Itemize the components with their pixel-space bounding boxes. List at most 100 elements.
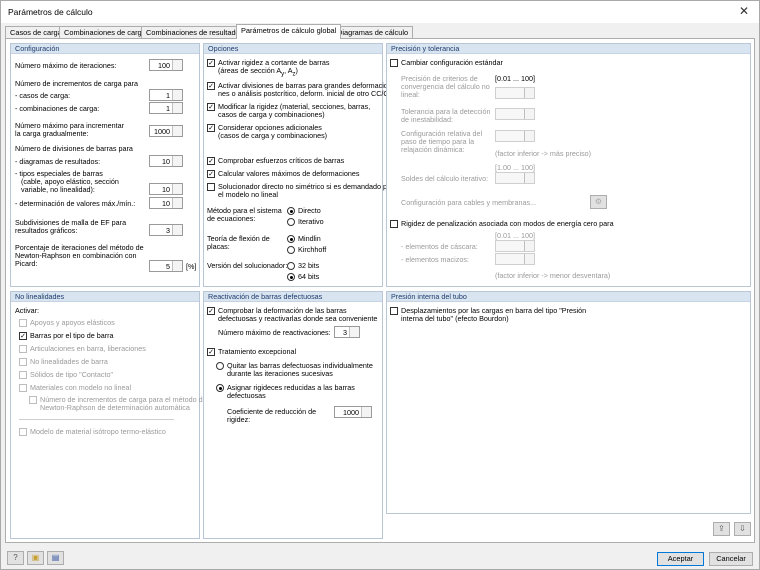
label: nes o análisis postcrítico, deform. inic… bbox=[218, 89, 395, 98]
max-iterations-input[interactable]: 100 bbox=[149, 59, 183, 71]
convergence-input[interactable] bbox=[495, 87, 535, 99]
label: (áreas de sección Ay, Az) bbox=[218, 66, 298, 79]
import-icon[interactable]: ⇪ bbox=[713, 522, 730, 536]
label: resultados gráficos: bbox=[15, 226, 78, 235]
label: Directo bbox=[298, 206, 321, 215]
load-combos-input[interactable]: 1 bbox=[149, 102, 183, 114]
label: rigidez: bbox=[227, 415, 251, 424]
panel-header: Precisión y tolerancia bbox=[387, 44, 750, 54]
label-text: (áreas de sección A bbox=[218, 66, 282, 75]
penalty-stiffness-checkbox[interactable] bbox=[390, 220, 398, 228]
label: lineal: bbox=[401, 90, 420, 99]
panel-header: Configuración bbox=[11, 44, 199, 54]
panel-header: Presión interna del tubo bbox=[387, 292, 750, 302]
shell-elements-input[interactable] bbox=[495, 240, 535, 252]
contact-solids-checkbox[interactable] bbox=[19, 371, 27, 379]
panel-nonlinearities: No linealidades Activar: Apoyos y apoyos… bbox=[10, 291, 207, 539]
label: Articulaciones en barra, liberaciones bbox=[30, 344, 146, 353]
label: Kirchhoff bbox=[298, 245, 327, 254]
solver-64bit-radio[interactable] bbox=[287, 273, 295, 281]
label: - diagramas de resultados: bbox=[15, 157, 101, 166]
panel-pipe-pressure: Presión interna del tubo Desplazamientos… bbox=[386, 291, 751, 514]
supports-checkbox[interactable] bbox=[19, 319, 27, 327]
label: Número máximo de iteraciones: bbox=[15, 61, 117, 70]
special-members-input[interactable]: 10 bbox=[149, 183, 183, 195]
cancel-button[interactable]: Cancelar bbox=[709, 552, 753, 566]
window-title: Parámetros de cálculo bbox=[8, 7, 93, 17]
fe-subdivision-input[interactable]: 3 bbox=[149, 224, 183, 236]
label: Número máximo de reactivaciones: bbox=[218, 328, 331, 337]
solid-elements-input[interactable] bbox=[495, 253, 535, 265]
direct-solver-checkbox[interactable] bbox=[207, 183, 215, 191]
panel-options: Opciones ✓ Activar rigidez a cortante de… bbox=[203, 43, 394, 287]
label-close: ) bbox=[295, 66, 298, 75]
max-min-input[interactable]: 10 bbox=[149, 197, 183, 209]
label: Configuración para cables y membranas... bbox=[401, 198, 537, 207]
thermo-elastic-checkbox[interactable] bbox=[19, 428, 27, 436]
solver-32bit-radio[interactable] bbox=[287, 262, 295, 270]
tab-global-parameters[interactable]: Parámetros de cálculo global bbox=[236, 24, 342, 39]
iterative-solver-input[interactable] bbox=[495, 172, 535, 184]
critical-forces-checkbox[interactable]: ✓ bbox=[207, 157, 215, 165]
label: Cambiar configuración estándar bbox=[401, 58, 503, 67]
label: - elementos de cáscara: bbox=[401, 242, 478, 251]
label: Newton-Raphson de determinación automáti… bbox=[40, 403, 190, 412]
close-icon[interactable]: ✕ bbox=[734, 3, 754, 20]
member-divisions-checkbox[interactable]: ✓ bbox=[207, 82, 215, 90]
label: Versión del solucionador: bbox=[207, 261, 288, 270]
label: Iterativo bbox=[298, 217, 324, 226]
method-direct-radio[interactable] bbox=[287, 207, 295, 215]
relaxation-input[interactable] bbox=[495, 130, 535, 142]
exceptional-treatment-checkbox[interactable]: ✓ bbox=[207, 348, 215, 356]
hinges-checkbox[interactable] bbox=[19, 345, 27, 353]
member-nonlin-checkbox[interactable] bbox=[19, 358, 27, 366]
reduction-coefficient-input[interactable]: 1000 bbox=[334, 406, 372, 418]
help-icon[interactable]: ? bbox=[7, 551, 24, 565]
nonlinear-materials-checkbox[interactable] bbox=[19, 384, 27, 392]
tab-content: Configuración Número máximo de iteracion… bbox=[5, 38, 755, 543]
open-icon[interactable]: ▣ bbox=[27, 551, 44, 565]
save-icon[interactable]: ▤ bbox=[47, 551, 64, 565]
bourdon-effect-checkbox[interactable] bbox=[390, 307, 398, 315]
additional-options-checkbox[interactable]: ✓ bbox=[207, 124, 215, 132]
label: Materiales con modelo no lineal bbox=[30, 383, 132, 392]
remove-members-radio[interactable] bbox=[216, 362, 224, 370]
instability-input[interactable] bbox=[495, 108, 535, 120]
shear-stiffness-checkbox[interactable]: ✓ bbox=[207, 59, 215, 67]
plate-mindlin-radio[interactable] bbox=[287, 235, 295, 243]
max-reactivations-input[interactable]: 3 bbox=[334, 326, 360, 338]
label: Comprobar esfuerzos críticos de barras bbox=[218, 156, 345, 165]
member-type-checkbox[interactable]: ✓ bbox=[19, 332, 27, 340]
range-label: [0.01 ... 100] bbox=[495, 74, 535, 83]
label: defectuosas y reactivarlas donde sea con… bbox=[218, 314, 378, 323]
label: Número de divisiones de barras para bbox=[15, 144, 133, 153]
label: 64 bits bbox=[298, 272, 320, 281]
change-standard-checkbox[interactable] bbox=[390, 59, 398, 67]
label: Tratamiento excepcional bbox=[218, 347, 297, 356]
max-deformations-checkbox[interactable]: ✓ bbox=[207, 170, 215, 178]
label: variable, no linealidad): bbox=[21, 185, 95, 194]
label: Calcular valores máximos de deformacione… bbox=[218, 169, 360, 178]
check-deformation-checkbox[interactable]: ✓ bbox=[207, 307, 215, 315]
title-bar: Parámetros de cálculo ✕ bbox=[1, 1, 759, 23]
modify-stiffness-checkbox[interactable]: ✓ bbox=[207, 103, 215, 111]
max-increment-input[interactable]: 1000 bbox=[149, 125, 183, 137]
picard-percent-input[interactable]: 5 bbox=[149, 260, 183, 272]
label: - combinaciones de carga: bbox=[15, 104, 100, 113]
load-cases-input[interactable]: 1 bbox=[149, 89, 183, 101]
panel-precision: Precisión y tolerancia Cambiar configura… bbox=[386, 43, 751, 287]
label: interna del tubo" (efecto Bourdon) bbox=[401, 314, 509, 323]
method-iterative-radio[interactable] bbox=[287, 218, 295, 226]
ok-button[interactable]: Aceptar bbox=[657, 552, 704, 566]
plate-kirchhoff-radio[interactable] bbox=[287, 246, 295, 254]
reduced-stiffness-radio[interactable] bbox=[216, 384, 224, 392]
label: Rigidez de penalización asociada con mod… bbox=[401, 219, 614, 228]
export-icon[interactable]: ⇩ bbox=[734, 522, 751, 536]
newton-raphson-checkbox[interactable] bbox=[29, 396, 37, 404]
label: la carga gradualmente: bbox=[15, 129, 89, 138]
panel-header: No linealidades bbox=[11, 292, 199, 302]
cables-settings-button[interactable]: ⚙ bbox=[590, 195, 607, 209]
label: placas: bbox=[207, 242, 230, 251]
result-diagrams-input[interactable]: 10 bbox=[149, 155, 183, 167]
label-separator: , A bbox=[284, 66, 293, 75]
